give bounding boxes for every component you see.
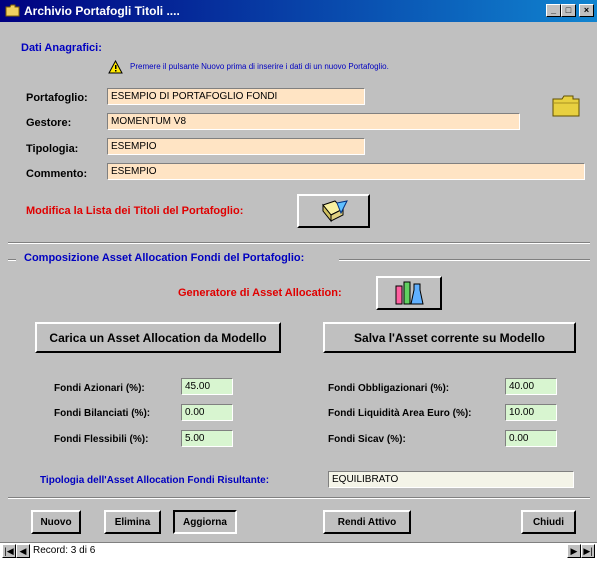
gestore-label: Gestore: [26,117,72,129]
edit-list-icon [321,200,348,223]
elimina-button[interactable]: Elimina [104,510,161,534]
portafoglio-label: Portafoglio: [26,92,88,104]
flessibili-label: Fondi Flessibili (%): [54,434,149,445]
close-button[interactable]: × [579,4,594,17]
archivio-portafogli-window: Archivio Portafogli Titoli .... _ □ × Da… [0,0,597,561]
allocation-section-label: Composizione Asset Allocation Fondi del … [24,252,305,264]
modifica-label: Modifica la Lista dei Titoli del Portafo… [26,205,244,217]
record-indicator: Record: 3 di 6 [33,545,96,556]
title-bar[interactable]: Archivio Portafogli Titoli .... _ □ × [0,0,597,22]
folder-icon[interactable] [551,94,581,118]
aggiorna-button[interactable]: Aggiorna [173,510,237,534]
flessibili-field[interactable]: 5.00 [181,430,233,447]
tipologia-risultante-field: EQUILIBRATO [328,471,574,488]
group-border-right [339,259,590,261]
generatore-button[interactable] [376,276,442,310]
portafoglio-field[interactable]: ESEMPIO DI PORTAFOGLIO FONDI [107,88,365,105]
sicav-label: Fondi Sicav (%): [328,434,406,445]
salva-modello-button[interactable]: Salva l'Asset corrente su Modello [323,322,576,353]
warning-message: Premere il pulsante Nuovo prima di inser… [130,62,389,71]
first-record-icon[interactable]: |◀ [2,544,16,558]
section-separator [8,242,590,244]
nuovo-button[interactable]: Nuovo [31,510,81,534]
last-record-icon[interactable]: ▶| [581,544,595,558]
obbligazionari-label: Fondi Obbligazionari (%): [328,383,450,394]
lab-flasks-icon [395,281,424,305]
generatore-label: Generatore di Asset Allocation: [178,287,342,299]
azionari-label: Fondi Azionari (%): [54,383,145,394]
next-record-icon[interactable]: ▶ [567,544,581,558]
modifica-lista-button[interactable] [297,194,370,228]
window-title: Archivio Portafogli Titoli .... [24,4,180,18]
group-border-left [8,259,16,261]
tipologia-risultante-label: Tipologia dell'Asset Allocation Fondi Ri… [40,475,270,486]
obbligazionari-field[interactable]: 40.00 [505,378,557,395]
tipologia-label: Tipologia: [26,143,79,155]
tipologia-field[interactable]: ESEMPIO [107,138,365,155]
rendi-attivo-button[interactable]: Rendi Attivo [323,510,411,534]
previous-record-icon[interactable]: ◀ [16,544,30,558]
commento-field[interactable]: ESEMPIO [107,163,585,180]
folder-app-icon [5,4,20,17]
anagrafica-section-label: Dati Anagrafici: [21,42,102,54]
carica-modello-button[interactable]: Carica un Asset Allocation da Modello [35,322,281,353]
bottom-separator [8,497,590,499]
liquidita-label: Fondi Liquidità Area Euro (%): [328,408,472,419]
chiudi-button[interactable]: Chiudi [521,510,576,534]
warning-icon [108,60,123,74]
azionari-field[interactable]: 45.00 [181,378,233,395]
liquidita-field[interactable]: 10.00 [505,404,557,421]
maximize-button[interactable]: □ [561,4,576,17]
bilanciati-field[interactable]: 0.00 [181,404,233,421]
sicav-field[interactable]: 0.00 [505,430,557,447]
minimize-button[interactable]: _ [546,4,561,17]
bilanciati-label: Fondi Bilanciati (%): [54,408,151,419]
gestore-field[interactable]: MOMENTUM V8 [107,113,520,130]
commento-label: Commento: [26,168,88,180]
